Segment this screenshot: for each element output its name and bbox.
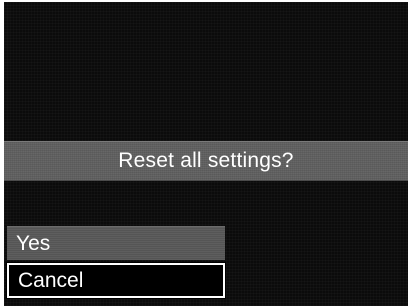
reset-prompt-text: Reset all settings? (118, 149, 294, 172)
lcd-display: Reset all settings? Yes Cancel (4, 2, 408, 306)
yes-option[interactable]: Yes (7, 226, 225, 260)
cancel-option[interactable]: Cancel (6, 262, 226, 299)
reset-prompt-bar: Reset all settings? (4, 141, 408, 181)
camera-screen: Reset all settings? Yes Cancel (0, 0, 413, 308)
